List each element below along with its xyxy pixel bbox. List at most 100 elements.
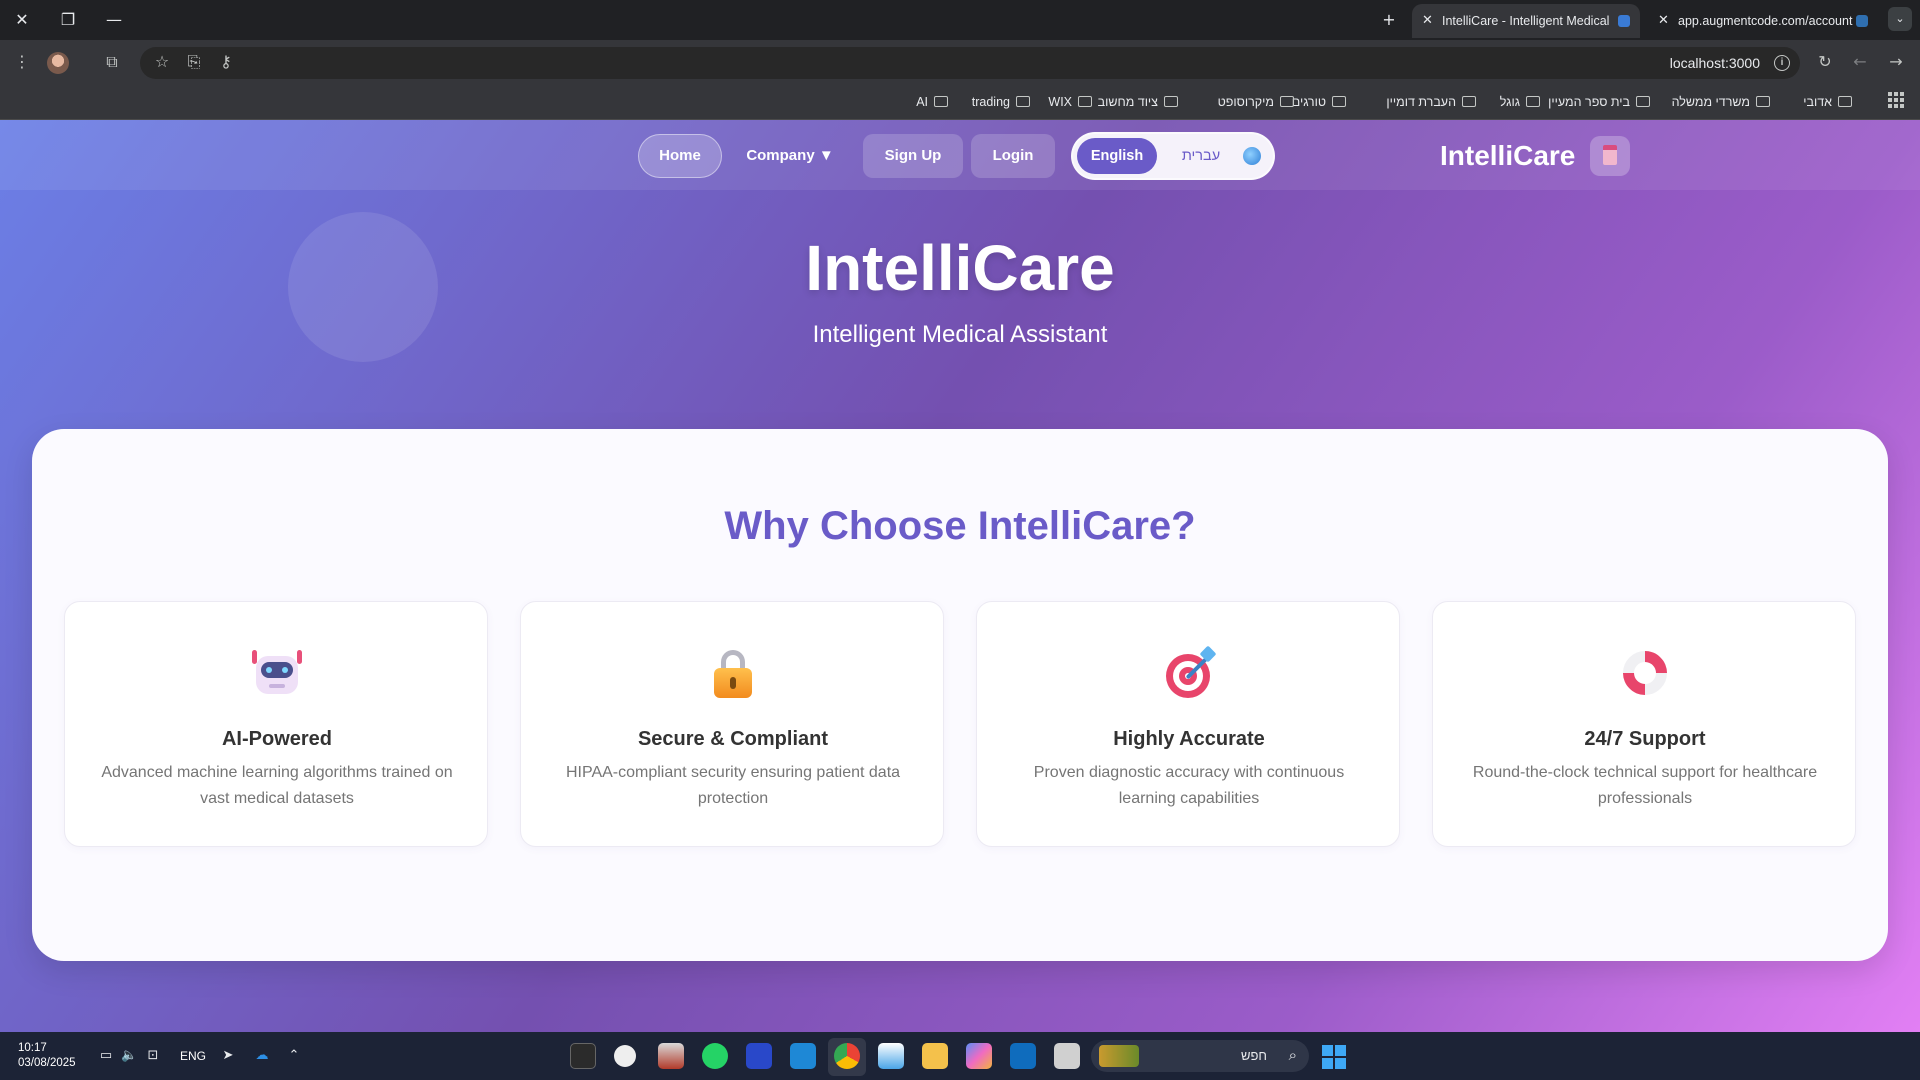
menu-icon[interactable]: ⋮	[10, 50, 34, 74]
whatsapp-app-icon[interactable]	[702, 1043, 728, 1069]
input-language[interactable]: ENG	[180, 1049, 206, 1063]
site-info-icon[interactable]: i	[1774, 55, 1790, 71]
feature-description: Proven diagnostic accuracy with continuo…	[1033, 764, 1345, 807]
lang-english-button[interactable]: English	[1077, 138, 1157, 174]
bookmark-label: משרדי ממשלה	[1671, 95, 1750, 109]
close-tab-icon[interactable]: ✕	[1658, 4, 1669, 38]
extensions-icon[interactable]: ⧉	[100, 50, 124, 74]
feature-title: Highly Accurate	[1113, 728, 1265, 750]
bookmark-star-icon[interactable]: ☆	[150, 50, 174, 74]
close-tab-icon[interactable]: ✕	[1422, 4, 1433, 38]
search-label: חפש	[1241, 1048, 1267, 1063]
start-button[interactable]	[1322, 1045, 1346, 1069]
location-icon[interactable]: ➤	[220, 1048, 236, 1064]
bookmark-label: WIX	[1048, 95, 1072, 109]
feature-card-secure: Secure & Compliant HIPAA-compliant secur…	[520, 601, 944, 847]
battery-icon[interactable]: ▭	[98, 1048, 114, 1064]
feature-title: 24/7 Support	[1584, 728, 1706, 750]
bookmark-gov[interactable]: משרדי ממשלה	[1672, 92, 1770, 112]
tab-favicon	[1618, 15, 1630, 27]
nav-home-button[interactable]: Home	[638, 134, 722, 178]
bookmark-google[interactable]: גוגל	[1500, 92, 1540, 112]
address-url[interactable]: localhost:3000	[1670, 55, 1760, 71]
bookmark-label: אדובי	[1803, 95, 1832, 109]
reload-icon[interactable]: ↻	[1813, 50, 1837, 74]
outlook-app-icon[interactable]	[1010, 1043, 1036, 1069]
bookmark-equipment[interactable]: ציוד מחשוב	[1098, 92, 1178, 112]
tab-title: app.augmentcode.com/account	[1678, 14, 1853, 28]
nav-signup-button[interactable]: Sign Up	[863, 134, 963, 178]
folder-icon	[1462, 96, 1476, 107]
robot-icon	[252, 648, 302, 698]
brand-name[interactable]: IntelliCare	[1440, 138, 1575, 174]
feature-card-ai: AI-Powered Advanced machine learning alg…	[64, 601, 488, 847]
system-clock[interactable]: 10:17 03/08/2025	[18, 1041, 76, 1071]
clock-date: 03/08/2025	[18, 1057, 76, 1069]
feature-title: AI-Powered	[221, 728, 333, 750]
taskbar-search[interactable]: חפש ⌕	[1091, 1040, 1309, 1072]
terminal-app-icon[interactable]	[570, 1043, 596, 1069]
bookmark-label: trading	[971, 95, 1010, 109]
address-bar[interactable]	[140, 47, 1800, 79]
lifebuoy-icon	[1613, 641, 1677, 705]
network-icon[interactable]: ⊡	[145, 1048, 161, 1064]
chrome-app-icon[interactable]	[834, 1043, 860, 1069]
tab-augmentcode[interactable]: ✕ app.augmentcode.com/account	[1648, 4, 1878, 38]
bookmark-domain[interactable]: העברת דומיין	[1386, 92, 1476, 112]
folder-icon	[1526, 96, 1540, 107]
app-icon-leaf[interactable]	[614, 1045, 636, 1067]
tab-intellicare[interactable]: ✕ IntelliCare - Intelligent Medical	[1412, 4, 1640, 38]
close-window-icon[interactable]: ✕	[8, 8, 36, 32]
store-app-icon[interactable]	[878, 1043, 904, 1069]
app-icon-toolbox[interactable]	[658, 1043, 684, 1069]
feature-description: HIPAA-compliant security ensuring patien…	[565, 764, 901, 807]
app-icon-l[interactable]	[746, 1043, 772, 1069]
new-tab-button[interactable]: +	[1375, 8, 1403, 32]
all-bookmarks-icon[interactable]	[1888, 92, 1904, 108]
bookmark-label: ציוד מחשוב	[1097, 95, 1158, 109]
show-hidden-icons[interactable]: ⌃	[286, 1048, 302, 1064]
tab-cast-icon[interactable]: ⎘	[182, 50, 206, 74]
bookmark-school[interactable]: בית ספר המעיין	[1548, 92, 1650, 112]
bookmark-torgim[interactable]: טורגים	[1292, 92, 1346, 112]
minimize-window-icon[interactable]: —	[100, 8, 128, 32]
nav-company-dropdown[interactable]: Company ▼	[740, 134, 840, 178]
bookmark-label: AI	[916, 95, 928, 109]
onedrive-icon[interactable]: ☁	[254, 1048, 270, 1064]
bookmark-ai[interactable]: AI	[916, 92, 948, 112]
volume-icon[interactable]: 🔈	[121, 1048, 137, 1064]
search-icon: ⌕	[1288, 1046, 1297, 1064]
feature-description: Round-the-clock technical support for he…	[1472, 764, 1818, 807]
folder-icon	[1838, 96, 1852, 107]
lang-hebrew-button[interactable]: עברית	[1169, 138, 1233, 174]
restore-window-icon[interactable]: ❐	[54, 8, 82, 32]
folder-icon	[1016, 96, 1030, 107]
app-icon-window[interactable]	[1054, 1043, 1080, 1069]
hero-title: IntelliCare	[805, 232, 1115, 304]
feature-description: Advanced machine learning algorithms tra…	[101, 764, 453, 807]
bookmark-adobe[interactable]: אדובי	[1803, 92, 1852, 112]
medical-logo-icon[interactable]	[1590, 136, 1630, 176]
tab-title: IntelliCare - Intelligent Medical	[1442, 14, 1610, 28]
vscode-app-icon[interactable]	[790, 1043, 816, 1069]
target-icon	[1164, 645, 1217, 698]
lock-icon	[708, 648, 758, 698]
bookmarks-bar: אדובי משרדי ממשלה בית ספר המעיין גוגל הע…	[0, 84, 1920, 120]
file-explorer-icon[interactable]	[922, 1043, 948, 1069]
bookmark-microsoft[interactable]: מיקרוסופט	[1218, 92, 1294, 112]
features-panel: Why Choose IntelliCare? AI-Powered Advan…	[32, 429, 1888, 961]
bookmark-trading[interactable]: trading	[972, 92, 1030, 112]
bookmark-label: בית ספר המעיין	[1548, 95, 1630, 109]
profile-avatar[interactable]	[47, 52, 69, 74]
forward-icon[interactable]: ←	[1848, 50, 1872, 74]
back-icon[interactable]: →	[1884, 50, 1908, 74]
feature-title: Secure & Compliant	[637, 728, 829, 750]
tab-search-button[interactable]: ⌄	[1888, 7, 1912, 31]
bookmark-label: העברת דומיין	[1386, 95, 1456, 109]
password-key-icon[interactable]: ⚷	[214, 50, 238, 74]
folder-icon	[1164, 96, 1178, 107]
nav-login-button[interactable]: Login	[971, 134, 1055, 178]
copilot-app-icon[interactable]	[966, 1043, 992, 1069]
page-viewport: Home Company ▼ Sign Up Login English עבר…	[0, 120, 1920, 1032]
bookmark-wix[interactable]: WIX	[1048, 92, 1092, 112]
